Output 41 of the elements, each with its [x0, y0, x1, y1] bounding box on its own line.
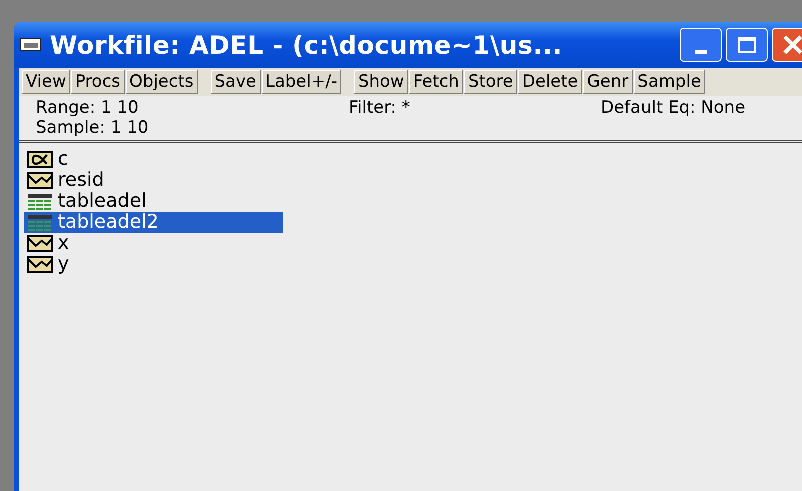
- toolbar-button[interactable]: Objects: [126, 70, 198, 94]
- object-name: c: [58, 149, 68, 170]
- object-item[interactable]: tableadel: [24, 191, 283, 212]
- toolbar-button[interactable]: Sample: [634, 70, 706, 94]
- toolbar-button[interactable]: Fetch: [409, 70, 464, 94]
- object-item[interactable]: tableadel2: [24, 212, 283, 233]
- toolbar-button[interactable]: Genr: [583, 70, 633, 94]
- line-chart-icon: [27, 256, 53, 273]
- toolbar-button[interactable]: Delete: [518, 70, 582, 94]
- window-title: Workfile: ADEL - (c:\docume~1\us...: [50, 30, 563, 60]
- object-name: resid: [58, 170, 104, 191]
- minimize-button[interactable]: [680, 28, 722, 62]
- range-label: Range: 1 10: [36, 98, 140, 118]
- object-item[interactable]: x: [24, 233, 283, 254]
- toolbar-button[interactable]: Store: [464, 70, 518, 94]
- object-name: x: [58, 233, 70, 254]
- toolbar-button[interactable]: View: [22, 70, 70, 94]
- object-item[interactable]: resid: [24, 170, 283, 191]
- toolbar-button[interactable]: Procs: [71, 70, 125, 94]
- alpha-icon: [27, 151, 53, 168]
- sample-label: Sample: 1 10: [36, 118, 150, 138]
- object-item[interactable]: y: [24, 254, 283, 275]
- line-chart-icon: [27, 172, 53, 189]
- line-chart-icon: [27, 235, 53, 252]
- default-eq-label: Default Eq: None: [601, 98, 747, 118]
- window-icon: [20, 38, 42, 52]
- close-icon: [782, 34, 802, 56]
- toolbar-button[interactable]: Save: [210, 70, 260, 94]
- filter-label: Filter: *: [349, 98, 412, 118]
- object-item[interactable]: c: [24, 149, 283, 170]
- maximize-icon: [737, 36, 757, 54]
- close-button[interactable]: [772, 28, 802, 62]
- minimize-icon: [695, 50, 707, 54]
- maximize-button[interactable]: [726, 28, 768, 62]
- object-name: tableadel2: [58, 212, 159, 233]
- object-name: y: [58, 254, 70, 275]
- object-name: tableadel: [58, 191, 147, 212]
- toolbar-button[interactable]: Label+/-: [262, 70, 342, 94]
- table-icon: [27, 214, 53, 231]
- toolbar-button[interactable]: Show: [354, 70, 408, 94]
- table-icon: [27, 193, 53, 210]
